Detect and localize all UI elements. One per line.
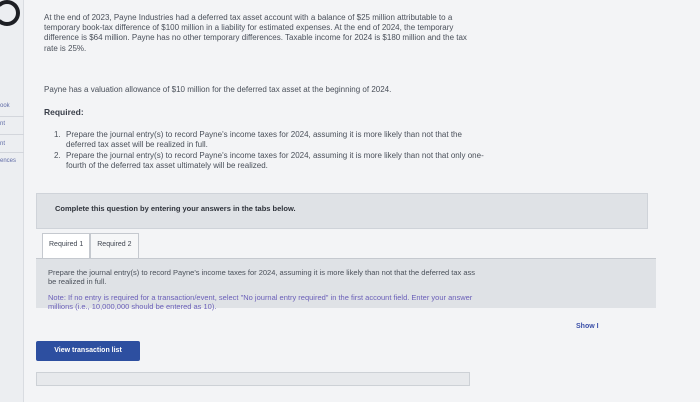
problem-line: difference is $64 million. Payne has no … bbox=[44, 33, 467, 43]
required-heading: Required: bbox=[44, 107, 84, 117]
requirement-text: Prepare the journal entry(s) to record P… bbox=[66, 151, 484, 161]
problem-line: At the end of 2023, Payne Industries had… bbox=[44, 13, 453, 22]
instruction-banner: Complete this question by entering your … bbox=[36, 193, 648, 229]
view-transaction-list-button[interactable]: View transaction list bbox=[36, 341, 140, 361]
list-item: 1. Prepare the journal entry(s) to recor… bbox=[54, 130, 614, 149]
problem-line: temporary book-tax difference of $100 mi… bbox=[44, 23, 454, 33]
page: ook nt nt ences At the end of 2023, Payn… bbox=[0, 0, 700, 402]
problem-line: rate is 25%. bbox=[44, 43, 87, 53]
tab-required-2[interactable]: Required 2 bbox=[90, 233, 139, 259]
sidebar-divider bbox=[0, 116, 24, 117]
show-button[interactable]: Show I bbox=[576, 323, 599, 330]
requirement-text: deferred tax asset will be realized in f… bbox=[66, 139, 208, 149]
sidebar-item-ebook[interactable]: ook bbox=[0, 103, 10, 109]
panel-line: Prepare the journal entry(s) to record P… bbox=[48, 268, 476, 277]
requirement-number: 2. bbox=[54, 151, 61, 161]
logo-icon bbox=[0, 0, 20, 26]
tab-required-1[interactable]: Required 1 bbox=[42, 233, 91, 259]
tab-panel: Prepare the journal entry(s) to record P… bbox=[36, 258, 656, 311]
sidebar: ook nt nt ences bbox=[0, 0, 24, 402]
sidebar-divider bbox=[0, 134, 24, 135]
requirement-text: Prepare the journal entry(s) to record P… bbox=[66, 130, 462, 139]
panel-line: be realized in full. bbox=[48, 277, 107, 287]
sidebar-item-print[interactable]: nt bbox=[0, 121, 5, 127]
requirements-list: 1. Prepare the journal entry(s) to recor… bbox=[54, 130, 614, 172]
note-line: millions (i.e., 10,000,000 should be ent… bbox=[48, 302, 217, 312]
sidebar-item-references[interactable]: ences bbox=[0, 158, 16, 164]
note-line: Note: If no entry is required for a tran… bbox=[48, 293, 473, 302]
journal-entry-area[interactable] bbox=[36, 372, 470, 386]
list-item: 2. Prepare the journal entry(s) to recor… bbox=[54, 151, 614, 170]
sidebar-divider bbox=[0, 152, 24, 153]
requirement-number: 1. bbox=[54, 130, 61, 139]
instruction-text: Complete this question by entering your … bbox=[55, 204, 296, 213]
valuation-paragraph: Payne has a valuation allowance of $10 m… bbox=[44, 85, 392, 94]
requirement-text: fourth of the deferred tax asset ultimat… bbox=[66, 160, 268, 170]
sidebar-item-print-2[interactable]: nt bbox=[0, 141, 5, 147]
problem-paragraph: At the end of 2023, Payne Industries had… bbox=[44, 13, 584, 54]
panel-instructions: Prepare the journal entry(s) to record P… bbox=[48, 268, 648, 286]
panel-note: Note: If no entry is required for a tran… bbox=[48, 293, 668, 311]
tab-bar: Required 1 Required 2 bbox=[42, 233, 139, 259]
